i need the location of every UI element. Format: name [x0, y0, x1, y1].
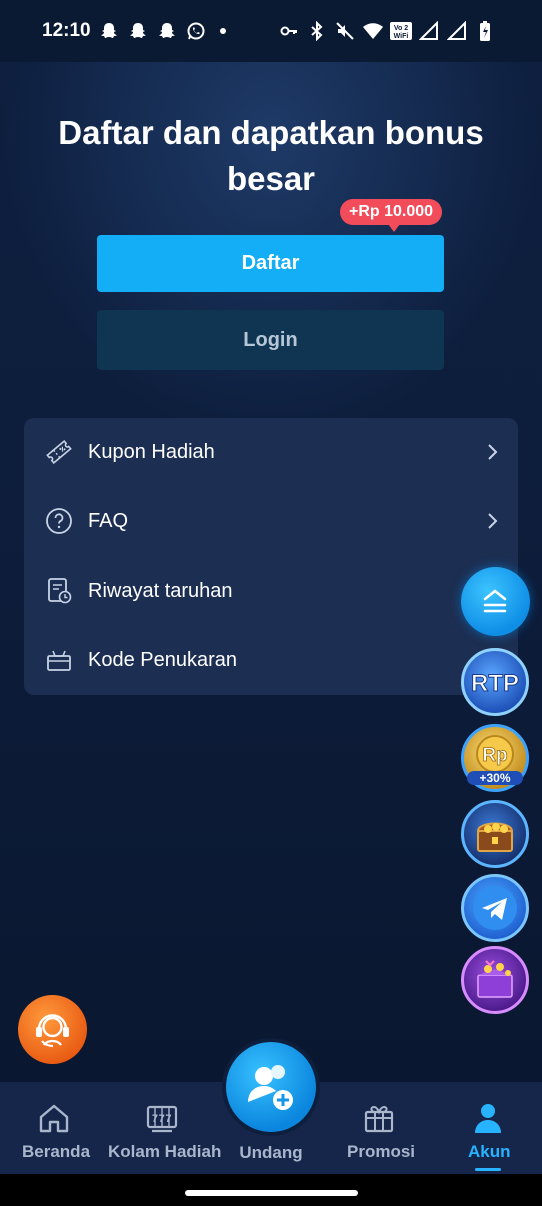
menu-item-faq[interactable]: FAQ: [24, 491, 518, 551]
menu-item-label: Kupon Hadiah: [88, 440, 215, 463]
chevron-right-icon: [488, 513, 498, 529]
telegram-icon: [473, 886, 517, 930]
bluetooth-icon: [306, 20, 328, 42]
more-notifications-dot: [220, 28, 226, 34]
question-icon: [46, 508, 72, 534]
snapchat-icon: [156, 20, 178, 42]
rp-coin-icon: Rp +30%: [467, 735, 523, 785]
rtp-button[interactable]: RTP: [461, 648, 529, 716]
coupon-icon: [46, 439, 72, 465]
vowifi-icon: Vo 2 WiFi: [390, 20, 412, 42]
page-title: Daftar dan dapatkan bonus besar: [58, 114, 484, 197]
history-icon: [48, 578, 72, 604]
account-menu: Kupon Hadiah FAQ Riwayat taruhan Kode Pe…: [24, 418, 518, 695]
chevron-up-icon: [483, 589, 507, 613]
menu-item-label: Kode Penukaran: [88, 648, 238, 671]
rp-bonus-text: +30%: [479, 771, 510, 785]
nav-label: Akun: [468, 1142, 511, 1161]
rp-text: Rp: [482, 745, 507, 766]
menu-item-coupon[interactable]: Kupon Hadiah: [24, 422, 518, 482]
snapchat-icon: [98, 20, 120, 42]
bonus-badge: +Rp 10.000: [340, 199, 443, 232]
svg-text:Vo 2: Vo 2: [394, 25, 408, 32]
login-button-label: Login: [243, 328, 298, 351]
status-bar: 12:10 Vo 2 WiFi: [0, 0, 542, 62]
nav-item-promotions[interactable]: Promosi: [324, 1082, 434, 1174]
key-icon: [278, 20, 300, 42]
menu-item-label: FAQ: [88, 509, 129, 532]
chevron-right-icon: [488, 444, 498, 460]
collapse-floating-button[interactable]: [461, 567, 530, 636]
add-user-icon: [248, 1065, 293, 1110]
system-icons: Vo 2 WiFi: [278, 20, 496, 42]
user-icon: [475, 1104, 501, 1133]
telegram-button[interactable]: [461, 874, 529, 942]
treasure-chest-button[interactable]: [461, 800, 529, 868]
nav-item-prize-pool[interactable]: 777 Kolam Hadiah: [108, 1082, 221, 1174]
nav-item-home[interactable]: Beranda: [0, 1082, 108, 1174]
battery-icon: [474, 20, 496, 42]
gift-box-icon: [47, 650, 71, 671]
slot-text: 777: [152, 1113, 172, 1125]
home-gesture-bar[interactable]: [185, 1190, 358, 1196]
mute-icon: [334, 20, 356, 42]
notification-icons: [98, 20, 226, 42]
treasure-chest-icon: [476, 822, 514, 852]
nav-item-account[interactable]: Akun: [434, 1082, 542, 1174]
snapchat-icon: [127, 20, 149, 42]
register-button-label: Daftar: [241, 252, 300, 274]
rtp-text: RTP: [471, 670, 519, 697]
menu-item-bet-history[interactable]: Riwayat taruhan: [24, 561, 518, 621]
wifi-icon: [362, 20, 384, 42]
signal-icon: [446, 20, 468, 42]
slot-machine-icon: 777: [146, 1105, 178, 1133]
menu-item-label: Riwayat taruhan: [88, 579, 233, 602]
nav-label: Promosi: [347, 1142, 416, 1161]
menu-item-redeem-code[interactable]: Kode Penukaran: [24, 630, 518, 690]
nav-label-invite: Undang: [239, 1143, 303, 1162]
register-button[interactable]: Daftar: [97, 235, 444, 292]
deposit-bonus-button[interactable]: Rp +30%: [461, 724, 529, 792]
nav-label: Kolam Hadiah: [108, 1142, 222, 1161]
signal-icon: [418, 20, 440, 42]
gift-bonus-button[interactable]: [461, 946, 529, 1014]
svg-text:WiFi: WiFi: [394, 33, 409, 40]
headset-icon: [36, 1014, 69, 1048]
nav-label: Beranda: [22, 1142, 91, 1161]
active-tab-indicator: [475, 1168, 501, 1171]
status-time: 12:10: [42, 20, 91, 41]
invite-button[interactable]: [226, 1042, 316, 1132]
gift-icon: [477, 960, 513, 998]
home-icon: [39, 1104, 69, 1133]
rtp-icon: RTP: [471, 670, 520, 698]
customer-support-button[interactable]: [18, 995, 87, 1064]
login-button[interactable]: Login: [97, 310, 444, 370]
gift-icon: [364, 1105, 394, 1133]
whatsapp-icon: [185, 20, 207, 42]
